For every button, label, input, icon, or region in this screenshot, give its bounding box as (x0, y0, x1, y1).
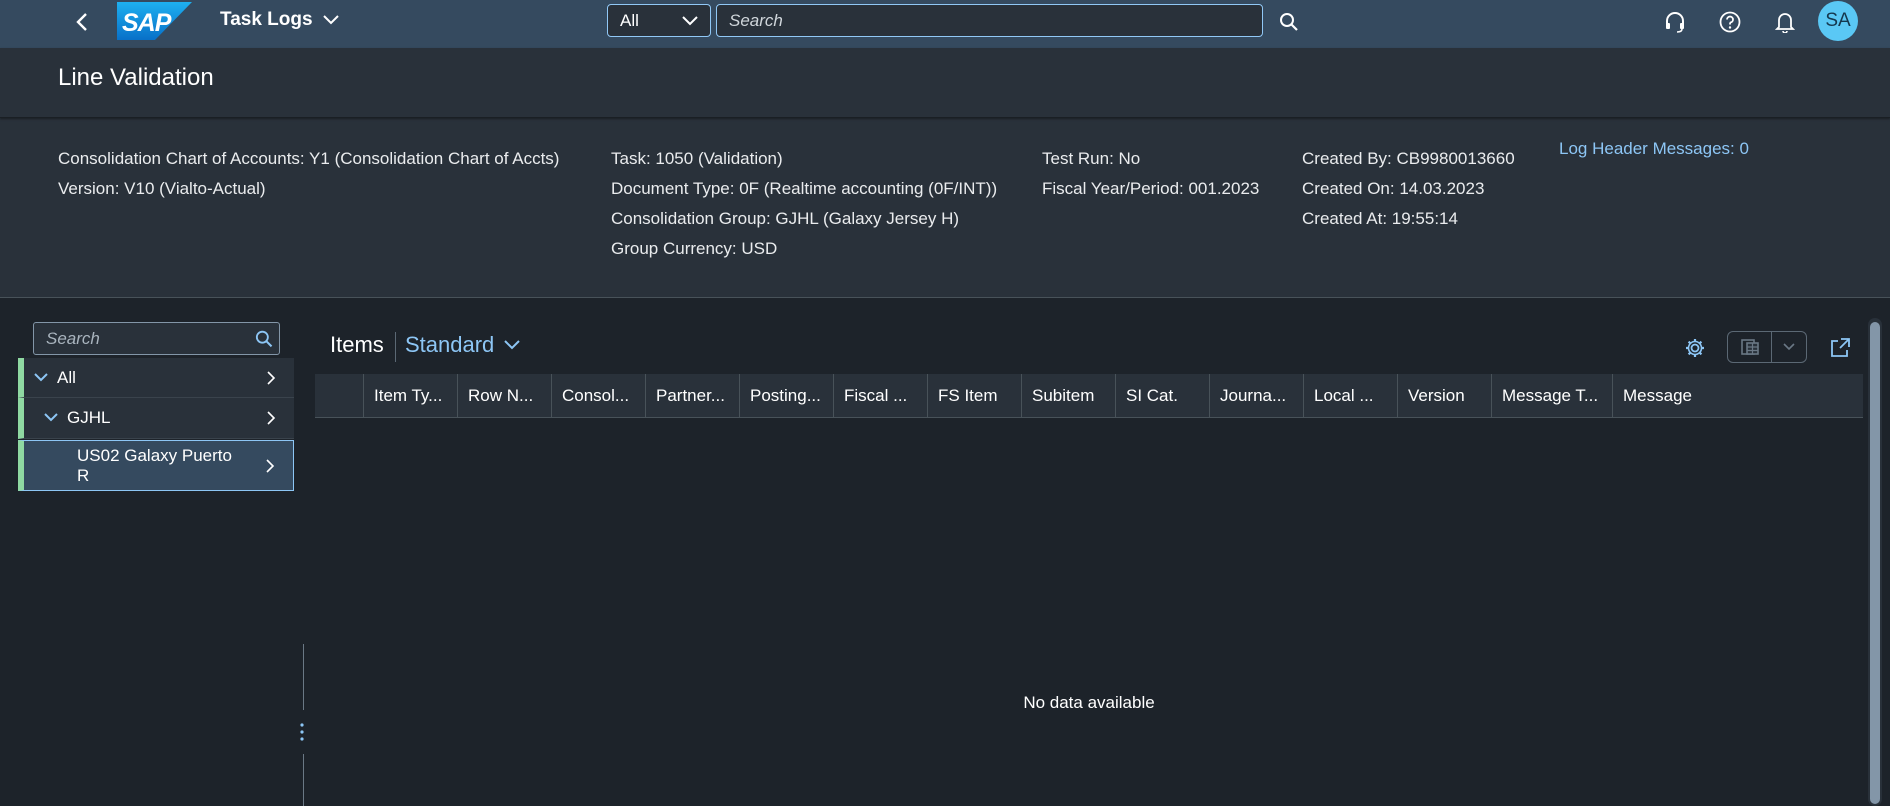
title-bar: Line Validation (0, 48, 1890, 118)
export-button[interactable] (1728, 332, 1772, 362)
log-header-messages-link[interactable]: Log Header Messages: 0 (1559, 139, 1749, 159)
search-scope-select[interactable]: All (607, 4, 711, 37)
search-scope-value: All (620, 10, 639, 30)
attributes-column-1: Consolidation Chart of Accounts: Y1 (Con… (58, 144, 559, 204)
shell-search-input[interactable] (729, 10, 1250, 31)
variant-name: Standard (405, 332, 495, 357)
tree-item-all[interactable]: All (18, 358, 294, 398)
tree-search-field[interactable] (33, 322, 280, 355)
attr-group-currency: Group Currency: USD (611, 239, 778, 258)
chevron-right-icon[interactable] (266, 370, 276, 385)
no-data-text: No data available (1023, 693, 1155, 712)
column-header-partner[interactable]: Partner... (646, 374, 740, 418)
search-button[interactable] (1275, 8, 1303, 36)
attr-task: Task: 1050 (Validation) (611, 149, 783, 168)
column-header-item-type[interactable]: Item Ty... (364, 374, 458, 418)
grip-icon[interactable] (299, 722, 305, 747)
help-icon (1719, 11, 1741, 33)
chevron-down-icon (504, 340, 521, 350)
vertical-scrollbar[interactable] (1868, 318, 1882, 806)
column-header-row-number[interactable]: Row N... (458, 374, 552, 418)
help-button[interactable] (1714, 6, 1746, 38)
export-menu-button[interactable] (1727, 331, 1807, 363)
hierarchy-pane: All GJHL US02 Galaxy Puerto R (0, 298, 296, 806)
column-header-posting[interactable]: Posting... (740, 374, 834, 418)
table-toolbar: Items Standard (315, 318, 1863, 374)
shell-bar: SAP Task Logs All SA (0, 0, 1890, 48)
attr-created-by: Created By: CB9980013660 (1302, 149, 1515, 168)
column-header-consolidation[interactable]: Consol... (552, 374, 646, 418)
attr-version: Version: V10 (Vialto-Actual) (58, 179, 266, 198)
attr-test-run: Test Run: No (1042, 149, 1141, 168)
notifications-button[interactable] (1769, 6, 1801, 38)
headset-icon (1666, 12, 1684, 33)
app-title-menu[interactable]: Task Logs (220, 9, 339, 31)
splitter-line (303, 644, 304, 710)
pane-splitter[interactable] (296, 318, 314, 806)
column-header-selector[interactable] (315, 374, 364, 418)
column-header-fs-item[interactable]: FS Item (928, 374, 1022, 418)
column-header-version[interactable]: Version (1398, 374, 1492, 418)
table-title: Items (330, 332, 384, 357)
chevron-down-icon (322, 15, 339, 25)
chevron-down-icon (682, 15, 698, 25)
chevron-left-icon (76, 13, 87, 31)
table-body: No data available (315, 418, 1863, 806)
chevron-down-icon (1783, 343, 1795, 351)
column-header-fiscal[interactable]: Fiscal ... (834, 374, 928, 418)
support-button[interactable] (1659, 6, 1691, 38)
column-header-journal[interactable]: Journa... (1210, 374, 1304, 418)
chevron-right-icon[interactable] (266, 411, 276, 425)
shell-search-field[interactable] (716, 4, 1263, 37)
sap-logo[interactable]: SAP (117, 2, 192, 40)
items-table-panel: Items Standard Item Ty... Row N... Conso… (315, 318, 1863, 806)
attr-document-type: Document Type: 0F (Realtime accounting (… (611, 179, 998, 198)
column-header-local[interactable]: Local ... (1304, 374, 1398, 418)
column-header-message-type[interactable]: Message T... (1492, 374, 1613, 418)
attributes-column-4: Created By: CB9980013660 Created On: 14.… (1302, 144, 1515, 234)
chevron-down-icon[interactable] (34, 372, 48, 383)
attr-created-at: Created At: 19:55:14 (1302, 209, 1458, 228)
column-header-subitem[interactable]: Subitem (1022, 374, 1116, 418)
attr-chart-of-accounts: Consolidation Chart of Accounts: Y1 (Con… (58, 149, 560, 168)
gear-icon (1686, 339, 1704, 357)
app-title: Task Logs (220, 9, 313, 30)
search-icon[interactable] (255, 329, 273, 349)
attr-consolidation-group: Consolidation Group: GJHL (Galaxy Jersey… (611, 209, 960, 228)
tree-item-label: GJHL (67, 408, 111, 427)
tree-item-gjhl[interactable]: GJHL (18, 398, 294, 439)
fullscreen-button[interactable] (1826, 334, 1854, 362)
user-avatar[interactable]: SA (1818, 1, 1858, 41)
column-header-message[interactable]: Message (1613, 374, 1863, 418)
attributes-column-3: Test Run: No Fiscal Year/Period: 001.202… (1042, 144, 1259, 204)
attr-fiscal-period: Fiscal Year/Period: 001.2023 (1042, 179, 1260, 198)
tree-item-label: US02 Galaxy Puerto R (77, 445, 232, 485)
tree-item-us02[interactable]: US02 Galaxy Puerto R (18, 440, 294, 491)
splitter-line (303, 754, 304, 806)
attributes-column-2: Task: 1050 (Validation) Document Type: 0… (611, 144, 997, 264)
svg-text:SAP: SAP (122, 9, 172, 37)
chevron-down-icon[interactable] (44, 413, 58, 423)
column-header-si-category[interactable]: SI Cat. (1116, 374, 1210, 418)
tree-item-label: All (57, 367, 76, 387)
table-header-row: Item Ty... Row N... Consol... Partner...… (315, 374, 1863, 418)
bell-icon (1775, 13, 1795, 33)
back-button[interactable] (68, 8, 96, 36)
scrollbar-thumb[interactable] (1870, 322, 1880, 804)
page-title: Line Validation (58, 64, 214, 91)
toolbar-separator (395, 332, 396, 362)
search-icon (1280, 13, 1298, 31)
fullscreen-icon (1831, 338, 1850, 357)
table-settings-button[interactable] (1681, 334, 1709, 362)
tree-search-input[interactable] (46, 328, 255, 349)
chevron-right-icon[interactable] (265, 458, 275, 473)
variant-management[interactable]: Standard (405, 332, 521, 358)
object-header: Line Validation Consolidation Chart of A… (0, 48, 1890, 298)
spreadsheet-icon (1740, 339, 1759, 355)
export-dropdown-arrow[interactable] (1772, 332, 1806, 362)
attr-created-on: Created On: 14.03.2023 (1302, 179, 1485, 198)
